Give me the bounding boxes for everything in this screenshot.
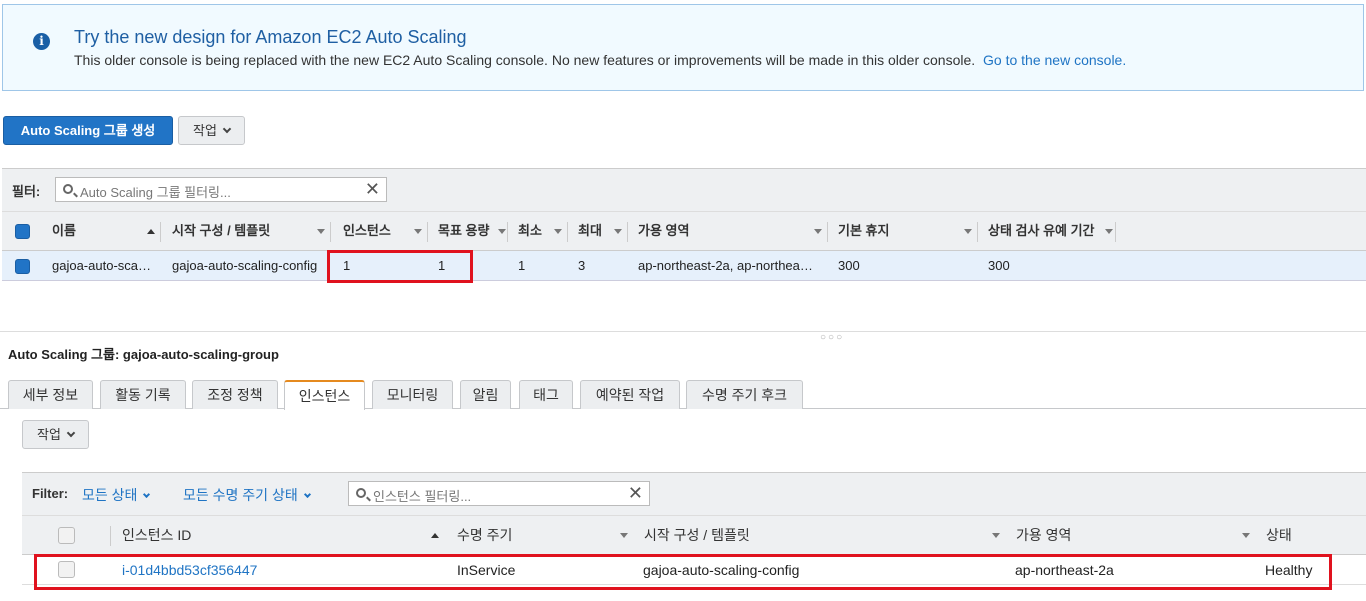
new-console-banner: i Try the new design for Amazon EC2 Auto…	[2, 4, 1364, 91]
col-lifecycle-label: 수명 주기	[457, 527, 513, 543]
search-icon	[63, 184, 73, 194]
group-search-input[interactable]: Auto Scaling 그룹 필터링... ✕	[55, 177, 387, 202]
tab-lifecycle-hooks[interactable]: 수명 주기 후크	[686, 380, 803, 409]
chevron-down-icon	[303, 490, 311, 499]
info-icon: i	[33, 33, 50, 50]
instance-filter-label: Filter:	[32, 486, 69, 501]
sort-icon	[1105, 229, 1113, 234]
col-azs-label: 가용 영역	[638, 223, 690, 238]
col-desired-label: 목표 용량	[438, 223, 490, 238]
sort-icon	[814, 229, 822, 234]
cell-azs: ap-northeast-2a, ap-northea…	[638, 258, 813, 273]
banner-text: This older console is being replaced wit…	[74, 52, 1126, 68]
col-max-label: 최대	[578, 223, 602, 238]
detail-title: Auto Scaling 그룹: gajoa-auto-scaling-grou…	[8, 347, 279, 362]
new-console-link[interactable]: Go to the new console.	[983, 52, 1126, 68]
col-desired[interactable]: 목표 용량	[428, 212, 508, 250]
sort-icon	[620, 533, 628, 538]
col-instance-launch-config-label: 시작 구성 / 템플릿	[644, 527, 750, 543]
tab-details[interactable]: 세부 정보	[8, 380, 93, 409]
col-instances-label: 인스턴스	[343, 223, 391, 238]
create-asg-button[interactable]: Auto Scaling 그룹 생성	[3, 116, 173, 145]
instance-search-input[interactable]: 인스턴스 필터링... ✕	[348, 481, 650, 506]
search-icon	[356, 488, 366, 498]
col-health-label: 상태	[1266, 527, 1292, 543]
col-min-label: 최소	[518, 223, 542, 238]
group-filter-bar: 필터: Auto Scaling 그룹 필터링... ✕	[2, 168, 1366, 211]
tab-scheduled-actions[interactable]: 예약된 작업	[580, 380, 680, 409]
select-all-checkbox[interactable]	[15, 224, 30, 239]
col-health[interactable]: 상태	[1254, 516, 1364, 554]
actions-button[interactable]: 작업	[178, 116, 245, 145]
col-instance-launch-config[interactable]: 시작 구성 / 템플릿	[632, 516, 1004, 554]
row-checkbox[interactable]	[15, 259, 30, 274]
instance-actions-label: 작업	[37, 427, 61, 442]
actions-label: 작업	[193, 123, 217, 138]
sort-icon	[614, 229, 622, 234]
clear-icon[interactable]: ✕	[365, 179, 380, 199]
col-grace-label: 상태 검사 유예 기간	[988, 223, 1095, 238]
col-grace[interactable]: 상태 검사 유예 기간	[978, 212, 1116, 250]
col-min[interactable]: 최소	[508, 212, 568, 250]
cell-name: gajoa-auto-sca…	[52, 258, 151, 273]
sort-asc-icon	[147, 229, 155, 234]
select-all-checkbox[interactable]	[58, 527, 75, 544]
sort-asc-icon	[431, 533, 439, 538]
col-cooldown-label: 기본 휴지	[838, 223, 890, 238]
sort-icon	[964, 229, 972, 234]
col-launch-config[interactable]: 시작 구성 / 템플릿	[161, 212, 331, 250]
sort-icon	[554, 229, 562, 234]
instance-actions-button[interactable]: 작업	[22, 420, 89, 449]
col-cooldown[interactable]: 기본 휴지	[828, 212, 978, 250]
col-lifecycle[interactable]: 수명 주기	[445, 516, 632, 554]
banner-title: Try the new design for Amazon EC2 Auto S…	[74, 27, 467, 47]
clear-icon[interactable]: ✕	[628, 483, 643, 503]
col-instances[interactable]: 인스턴스	[331, 212, 428, 250]
search-placeholder: 인스턴스 필터링...	[373, 489, 472, 504]
col-launch-config-label: 시작 구성 / 템플릿	[172, 223, 271, 238]
lifecycle-dropdown[interactable]: 모든 수명 주기 상태	[183, 485, 311, 505]
tab-monitoring[interactable]: 모니터링	[372, 380, 453, 409]
col-az-label: 가용 영역	[1016, 527, 1072, 543]
cell-launch-config: gajoa-auto-scaling-config	[172, 258, 318, 273]
chevron-down-icon	[143, 490, 151, 499]
sort-icon	[498, 229, 506, 234]
chevron-down-icon	[222, 124, 232, 134]
col-max[interactable]: 최대	[568, 212, 628, 250]
instance-table-header: 인스턴스 ID 수명 주기 시작 구성 / 템플릿 가용 영역 상태	[22, 515, 1366, 555]
tab-tags[interactable]: 태그	[519, 380, 573, 409]
drag-handle-icon[interactable]: ○○○	[820, 332, 844, 343]
highlight-box	[34, 554, 1332, 590]
tab-instances[interactable]: 인스턴스	[284, 380, 365, 410]
panel-splitter[interactable]	[0, 331, 1366, 332]
instance-filter-bar: Filter: 모든 상태 모든 수명 주기 상태 인스턴스 필터링... ✕	[22, 472, 1366, 515]
chevron-down-icon	[66, 428, 76, 438]
sort-icon	[992, 533, 1000, 538]
col-az[interactable]: 가용 영역	[1004, 516, 1254, 554]
highlight-box	[327, 250, 473, 283]
col-instance-id-label: 인스턴스 ID	[122, 527, 192, 543]
tab-activity[interactable]: 활동 기록	[100, 380, 186, 409]
sort-icon	[414, 229, 422, 234]
cell-cooldown: 300	[838, 258, 860, 273]
group-table-header: 이름 시작 구성 / 템플릿 인스턴스 목표 용량 최소 최대 가용 영역 기본…	[2, 211, 1366, 251]
state-dropdown-label: 모든 상태	[82, 487, 138, 503]
table-row[interactable]: gajoa-auto-sca… gajoa-auto-scaling-confi…	[2, 251, 1366, 281]
tab-scaling-policies[interactable]: 조정 정책	[192, 380, 278, 409]
col-name[interactable]: 이름	[36, 212, 161, 250]
cell-grace: 300	[988, 258, 1010, 273]
col-name-label: 이름	[52, 223, 76, 238]
search-placeholder: Auto Scaling 그룹 필터링...	[80, 185, 231, 200]
cell-max: 3	[578, 258, 586, 273]
sort-icon	[1242, 533, 1250, 538]
lifecycle-dropdown-label: 모든 수명 주기 상태	[183, 487, 298, 503]
col-azs[interactable]: 가용 영역	[628, 212, 828, 250]
tab-notifications[interactable]: 알림	[460, 380, 511, 409]
banner-message: This older console is being replaced wit…	[74, 52, 976, 68]
cell-min: 1	[518, 258, 526, 273]
sort-icon	[317, 229, 325, 234]
state-dropdown[interactable]: 모든 상태	[82, 485, 151, 505]
filter-label: 필터:	[12, 184, 41, 199]
col-instance-id[interactable]: 인스턴스 ID	[110, 516, 445, 554]
